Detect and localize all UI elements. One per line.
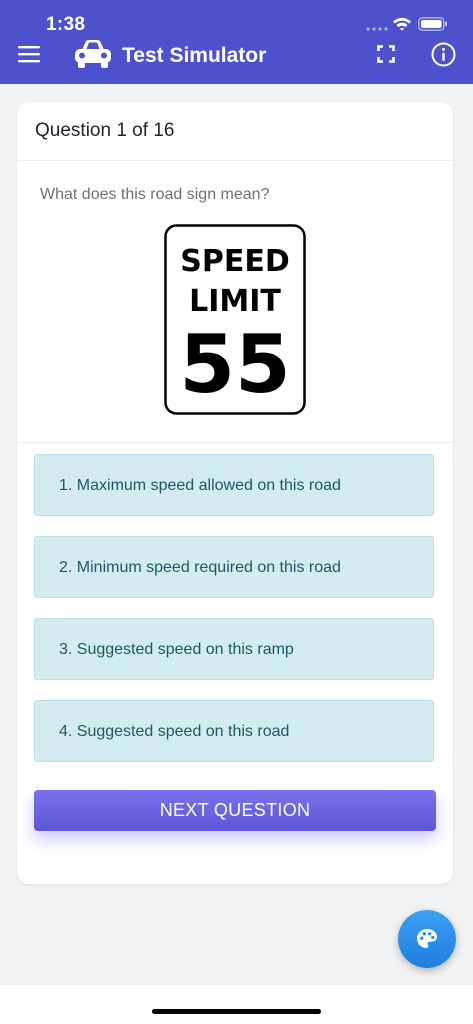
question-card: Question 1 of 16 What does this road sig… (17, 102, 453, 884)
answer-label: 2. Minimum speed required on this road (59, 559, 341, 576)
fullscreen-icon[interactable] (377, 45, 395, 63)
speed-limit-sign: SPEED LIMIT 55 (164, 224, 306, 415)
answer-label: 4. Suggested speed on this road (59, 723, 290, 740)
question-card-header: Question 1 of 16 (17, 102, 453, 161)
app-title: Test Simulator (122, 44, 267, 67)
menu-icon[interactable] (18, 44, 40, 64)
answer-option-4[interactable]: 4. Suggested speed on this road (34, 700, 434, 762)
info-icon[interactable] (431, 42, 456, 67)
home-indicator-area (0, 985, 473, 1024)
answer-option-2[interactable]: 2. Minimum speed required on this road (34, 536, 434, 598)
question-text: What does this road sign mean? (40, 186, 270, 203)
answer-label: 1. Maximum speed allowed on this road (59, 477, 341, 494)
sign-number: 55 (179, 318, 290, 411)
answer-label: 3. Suggested speed on this ramp (59, 641, 294, 658)
app-header: 1:38 Test Simulator (0, 0, 473, 84)
home-indicator[interactable] (152, 1009, 321, 1014)
sign-line-1: SPEED (180, 244, 289, 279)
status-time: 1:38 (46, 14, 86, 35)
car-icon (75, 40, 111, 68)
palette-icon (417, 929, 437, 948)
sign-line-2: LIMIT (189, 284, 281, 319)
question-counter: Question 1 of 16 (35, 120, 175, 141)
theme-palette-button[interactable] (398, 910, 456, 968)
wifi-icon (393, 17, 411, 31)
battery-icon (418, 17, 447, 31)
answer-option-1[interactable]: 1. Maximum speed allowed on this road (34, 454, 434, 516)
cellular-signal-icon (366, 27, 388, 31)
next-question-button[interactable]: NEXT QUESTION (34, 790, 436, 831)
divider (17, 442, 453, 443)
answer-option-3[interactable]: 3. Suggested speed on this ramp (34, 618, 434, 680)
